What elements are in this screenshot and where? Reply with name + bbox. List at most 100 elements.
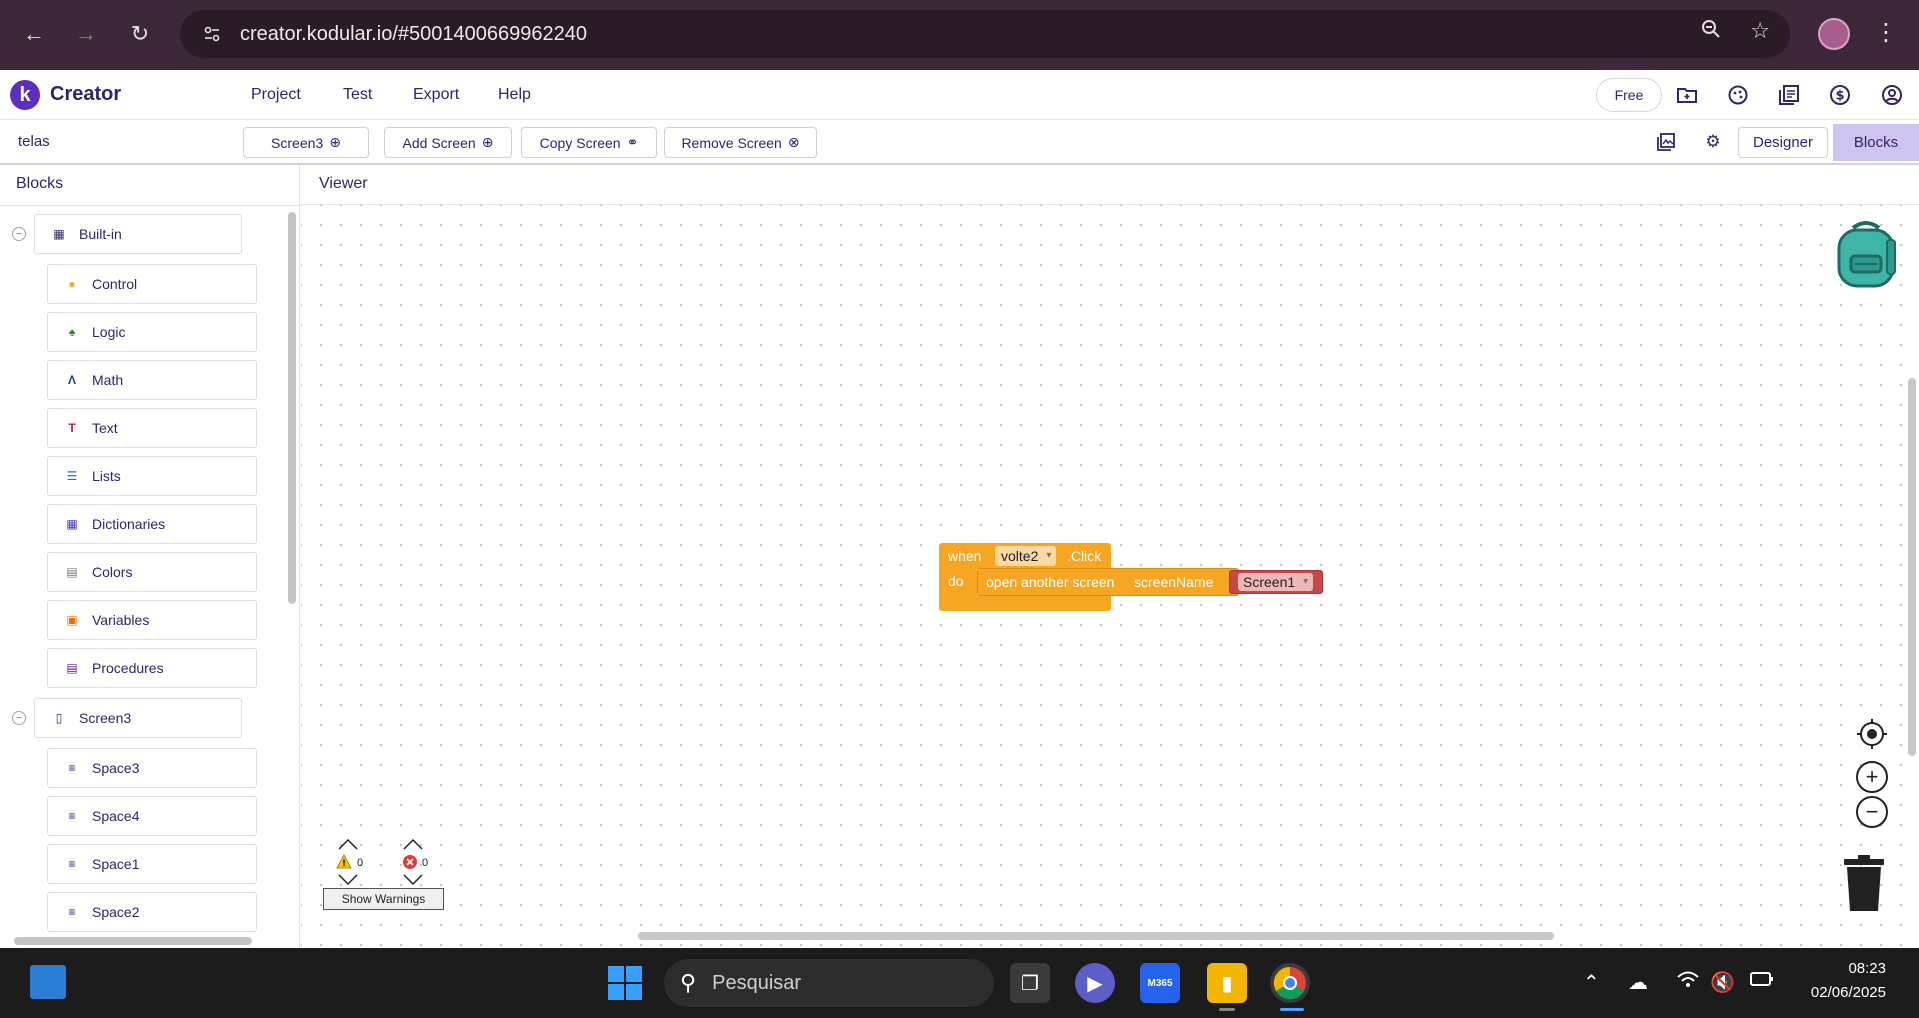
meet-icon[interactable]: ▶ <box>1075 963 1115 1003</box>
back-arrow-icon[interactable]: ← <box>14 14 54 54</box>
chrome-icon[interactable] <box>1270 963 1310 1003</box>
tree-node-screen3[interactable]: ▯ Screen3 <box>34 698 242 738</box>
windows-start-icon[interactable] <box>608 966 642 1000</box>
category-label: Logic <box>92 324 126 340</box>
colors-icon: ▤ <box>66 565 78 579</box>
chevron-up-icon[interactable]: ⌃ <box>1583 970 1600 995</box>
forward-arrow-icon[interactable]: → <box>66 14 106 54</box>
block-category-control[interactable]: ● Control <box>47 264 257 304</box>
warning-down-arrow-icon[interactable] <box>337 874 359 886</box>
add-screen-button[interactable]: Add Screen ⊕ <box>384 127 512 158</box>
kodular-logo[interactable]: k <box>10 80 40 110</box>
block-category-logic[interactable]: ♠ Logic <box>47 312 257 352</box>
event-name: .Click <box>1067 548 1102 564</box>
copilot-m365-icon[interactable]: M365 <box>1140 963 1180 1003</box>
menu-test[interactable]: Test <box>343 86 372 104</box>
palette-icon[interactable] <box>1725 82 1751 108</box>
menu-help[interactable]: Help <box>498 86 531 104</box>
panel-horizontal-scrollbar[interactable] <box>14 937 252 945</box>
browser-menu-icon[interactable]: ⋮ <box>1874 18 1898 47</box>
account-icon[interactable] <box>1879 82 1905 108</box>
block-category-lists[interactable]: ☰ Lists <box>47 456 257 496</box>
clock-time[interactable]: 08:23 <box>1800 960 1886 977</box>
taskbar-search[interactable]: ⚲ Pesquisar <box>664 959 994 1007</box>
zoom-in-icon[interactable]: + <box>1856 761 1888 793</box>
remove-screen-label: Remove Screen <box>681 134 782 151</box>
math-icon: Λ <box>67 373 76 387</box>
blocks-tab[interactable]: Blocks <box>1833 124 1919 161</box>
screen-name-dropdown[interactable]: Screen1 <box>1238 573 1314 591</box>
viewer-horizontal-scrollbar[interactable] <box>638 932 1554 940</box>
battery-icon[interactable] <box>1748 970 1774 994</box>
designer-tab[interactable]: Designer <box>1738 127 1828 158</box>
open-another-screen-block[interactable]: open another screen screenName <box>977 568 1239 596</box>
category-label: Variables <box>92 612 150 628</box>
copy-screen-button[interactable]: Copy Screen ⚭ <box>521 127 657 158</box>
error-down-arrow-icon[interactable] <box>402 874 424 886</box>
component-space4[interactable]: ≡ Space4 <box>47 796 257 836</box>
backpack-icon[interactable] <box>1833 218 1899 290</box>
plan-badge[interactable]: Free <box>1596 78 1662 112</box>
block-category-variables[interactable]: ▣ Variables <box>47 600 257 640</box>
component-space1[interactable]: ≡ Space1 <box>47 844 257 884</box>
component-dropdown[interactable]: volte2 <box>995 546 1057 566</box>
tree-node-builtin[interactable]: ▦ Built-in <box>34 214 242 254</box>
zoom-icon[interactable] <box>1700 18 1722 46</box>
show-warnings-button[interactable]: Show Warnings <box>323 888 444 910</box>
control-icon: ● <box>68 277 76 291</box>
do-keyword: do <box>948 573 964 589</box>
dollar-icon[interactable]: $ <box>1827 82 1853 108</box>
project-name: telas <box>18 133 50 150</box>
search-placeholder: Pesquisar <box>712 971 802 994</box>
component-space3[interactable]: ≡ Space3 <box>47 748 257 788</box>
wifi-icon[interactable] <box>1676 970 1700 996</box>
trash-icon[interactable] <box>1844 855 1884 911</box>
bookmark-star-icon[interactable]: ☆ <box>1750 18 1770 46</box>
search-icon: ⚲ <box>680 970 697 995</box>
block-category-colors[interactable]: ▤ Colors <box>47 552 257 592</box>
tree-node-label: Screen3 <box>79 710 132 726</box>
site-settings-icon[interactable] <box>198 20 226 48</box>
gear-icon[interactable]: ⚙ <box>1701 130 1725 154</box>
warning-up-arrow-icon[interactable] <box>337 838 359 850</box>
reload-icon[interactable]: ↻ <box>120 14 160 54</box>
block-category-procedures[interactable]: ▤ Procedures <box>47 648 257 688</box>
task-view-icon[interactable]: ❐ <box>1010 963 1050 1003</box>
address-bar[interactable]: creator.kodular.io/#5001400669962240 ☆ <box>180 10 1790 58</box>
screen-name-value-block[interactable]: Screen1 <box>1229 570 1323 594</box>
chrome-indicator <box>1280 1008 1304 1011</box>
url-text[interactable]: creator.kodular.io/#5001400669962240 <box>240 23 587 46</box>
collapse-builtin-icon[interactable]: − <box>12 227 26 241</box>
error-up-arrow-icon[interactable] <box>402 838 424 850</box>
image-gallery-icon[interactable] <box>1654 130 1678 154</box>
browser-toolbar: ← → ↻ creator.kodular.io/#50014006699622… <box>0 0 1919 70</box>
folder-icon[interactable] <box>1674 82 1700 108</box>
component-space2[interactable]: ≡ Space2 <box>47 892 257 932</box>
block-category-text[interactable]: T Text <box>47 408 257 448</box>
collapse-screen-icon[interactable]: − <box>12 711 26 725</box>
library-icon[interactable] <box>1776 82 1802 108</box>
error-icon <box>403 855 417 869</box>
onedrive-icon[interactable]: ☁ <box>1628 970 1648 995</box>
category-label: Dictionaries <box>92 516 166 532</box>
file-explorer-icon[interactable]: ▮ <box>1207 963 1247 1003</box>
menu-project[interactable]: Project <box>251 86 301 104</box>
panel-vertical-scrollbar[interactable] <box>288 212 296 604</box>
error-count: 0 <box>422 857 429 869</box>
screen-selector[interactable]: Screen3 ⊕ <box>243 127 369 158</box>
copy-icon: ⚭ <box>626 134 639 150</box>
block-category-math[interactable]: Λ Math <box>47 360 257 400</box>
viewer-vertical-scrollbar[interactable] <box>1908 378 1916 756</box>
clock-date[interactable]: 02/06/2025 <box>1786 984 1886 1001</box>
app-name[interactable]: Creator <box>50 83 121 106</box>
profile-avatar[interactable] <box>1818 18 1850 50</box>
menu-export[interactable]: Export <box>413 86 459 104</box>
recenter-icon[interactable] <box>1856 718 1888 750</box>
widgets-icon[interactable] <box>30 965 66 999</box>
block-category-dictionaries[interactable]: ▦ Dictionaries <box>47 504 257 544</box>
svg-text:$: $ <box>1835 89 1844 104</box>
remove-screen-button[interactable]: Remove Screen ⊗ <box>664 127 817 158</box>
zoom-out-icon[interactable]: − <box>1856 796 1888 828</box>
speaker-muted-icon[interactable]: 🔇 <box>1710 970 1735 995</box>
category-label: Text <box>92 420 118 436</box>
